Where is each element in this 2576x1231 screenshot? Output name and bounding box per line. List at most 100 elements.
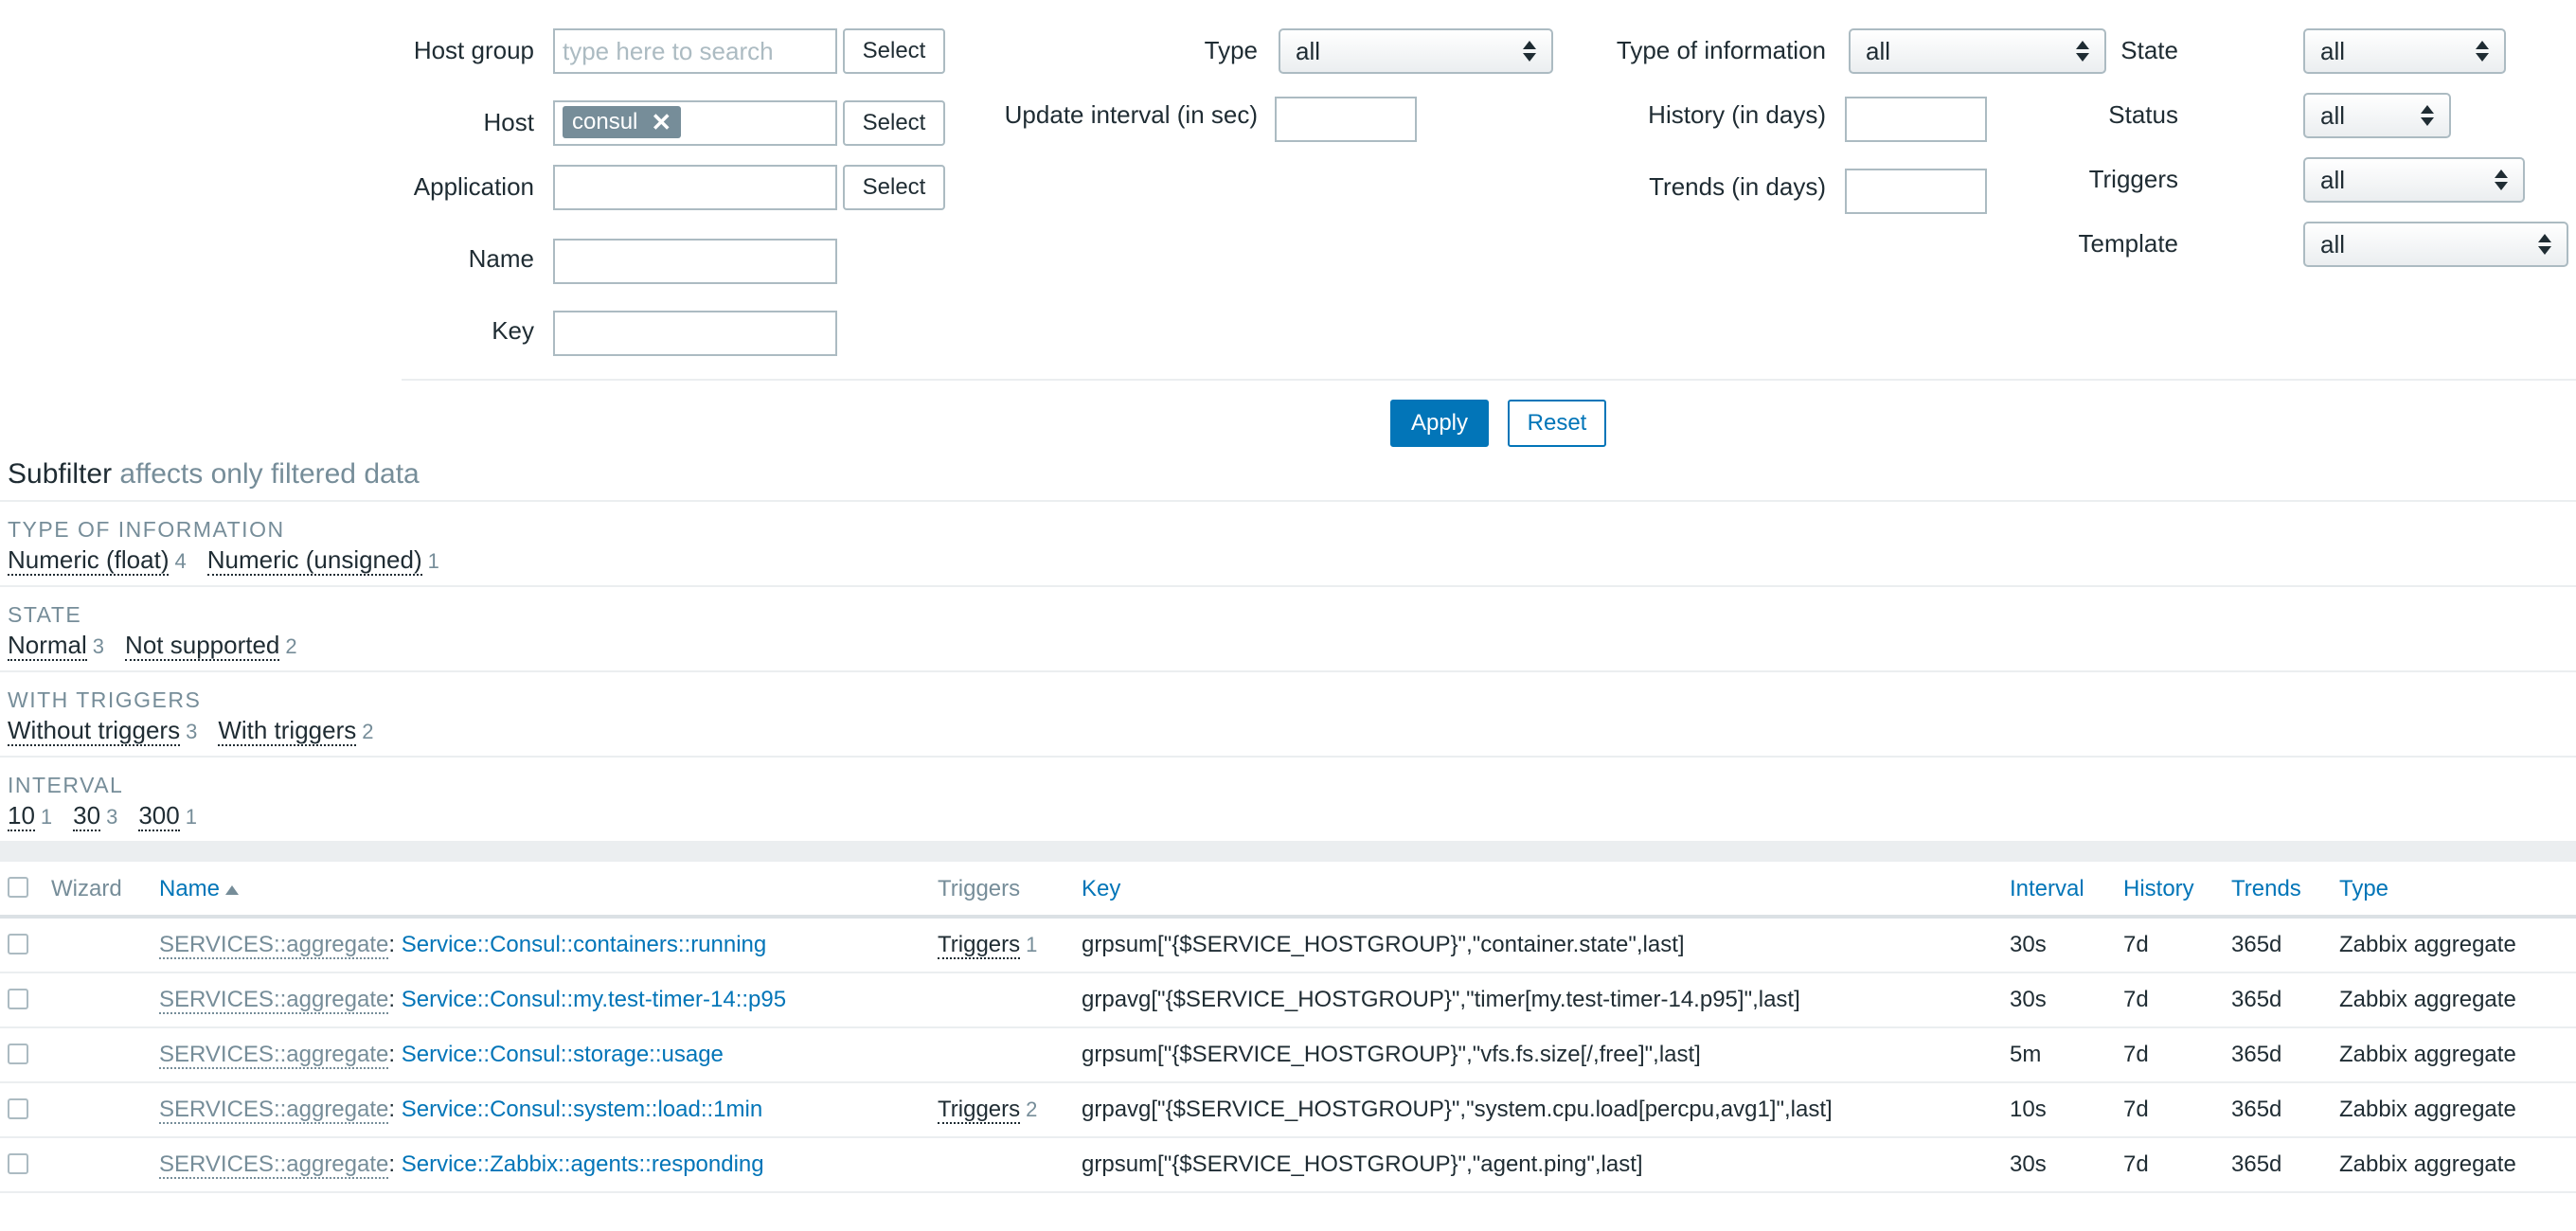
apply-button[interactable]: Apply [1390,400,1489,447]
updown-arrows-icon [2476,39,2489,63]
subfilter-count: 3 [106,805,118,829]
host-select-button[interactable]: Select [843,100,945,146]
item-trends: 365d [2231,932,2282,957]
subfilter-note: affects only filtered data [119,458,420,490]
key-label: Key [492,316,534,345]
row-checkbox[interactable] [8,1098,28,1119]
type-of-information-select[interactable]: all [1849,28,2106,74]
subfilter-link[interactable]: 30 [73,801,101,831]
item-key: grpavg["{$SERVICE_HOSTGROUP}","timer[my.… [1082,987,1800,1012]
item-name-cell: SERVICES::aggregate: Service::Consul::my… [159,987,787,1014]
item-template-link[interactable]: SERVICES::aggregate [159,1042,389,1069]
application-select-button[interactable]: Select [843,165,945,210]
subfilter-link[interactable]: Numeric (float) [8,545,170,576]
template-select-value: all [2320,229,2346,259]
subfilter-link[interactable]: 10 [8,801,35,831]
item-template-link[interactable]: SERVICES::aggregate [159,1097,389,1124]
updown-arrows-icon [2076,39,2089,63]
subfilter-link[interactable]: 300 [138,801,180,831]
column-name-label: Name [159,876,221,901]
item-template-link[interactable]: SERVICES::aggregate [159,987,389,1014]
table-top-band [0,841,2576,862]
subfilter-count: 2 [362,720,374,743]
type-select-value: all [1296,36,1321,65]
subfilter-count: 1 [185,805,197,829]
status-label: Status [2108,100,2178,129]
status-select-value: all [2320,100,2346,130]
state-select[interactable]: all [2303,28,2506,74]
item-type: Zabbix aggregate [2339,1097,2516,1122]
subfilter-count: 3 [186,720,198,743]
history-label: History (in days) [1648,100,1826,129]
item-triggers-link[interactable]: Triggers [938,1097,1021,1124]
subfilter-count: 3 [92,634,105,658]
sort-ascending-icon [225,884,240,895]
item-triggers-link[interactable]: Triggers [938,932,1021,959]
item-interval: 30s [2010,932,2047,957]
host-group-select-button[interactable]: Select [843,28,945,74]
application-input[interactable] [553,165,837,210]
close-icon[interactable]: ✕ [651,108,671,137]
item-name-link[interactable]: Service::Consul::system::load::1min [402,1097,762,1122]
host-group-label: Host group [413,36,534,64]
item-triggers-count: 2 [1026,1097,1038,1121]
item-triggers-cell [938,987,943,1013]
item-history: 7d [2123,1151,2149,1177]
subfilter-link[interactable]: Without triggers [8,716,181,746]
table-row: SERVICES::aggregate: Service::Consul::co… [0,919,2576,973]
row-checkbox[interactable] [8,1153,28,1174]
item-type: Zabbix aggregate [2339,1042,2516,1067]
column-name[interactable]: Name [159,876,240,902]
updown-arrows-icon [2538,232,2551,257]
item-template-link[interactable]: SERVICES::aggregate [159,1151,389,1179]
key-input[interactable] [553,311,837,356]
row-checkbox[interactable] [8,934,28,954]
subfilter-link[interactable]: Not supported [125,631,280,661]
subfilter-divider [0,756,2576,758]
subfilter-row-with-triggers: Without triggers 3 With triggers 2 [8,716,374,746]
column-type[interactable]: Type [2339,876,2388,902]
subfilter-row-interval: 10 1 30 3 300 1 [8,801,197,831]
column-interval[interactable]: Interval [2010,876,2084,902]
state-select-value: all [2320,36,2346,65]
status-select[interactable]: all [2303,93,2451,138]
type-select[interactable]: all [1279,28,1553,74]
subfilter-link[interactable]: Numeric (unsigned) [206,545,422,576]
row-checkbox[interactable] [8,1044,28,1064]
item-template-link[interactable]: SERVICES::aggregate [159,932,389,959]
host-group-input[interactable]: type here to search [553,28,837,74]
update-interval-input[interactable] [1275,97,1417,142]
triggers-select-value: all [2320,165,2346,194]
reset-button[interactable]: Reset [1508,400,1606,447]
subfilter-link[interactable]: With triggers [218,716,357,746]
item-history: 7d [2123,932,2149,957]
update-interval-label: Update interval (in sec) [1004,100,1258,129]
row-checkbox[interactable] [8,989,28,1009]
template-select[interactable]: all [2303,222,2568,267]
subfilter-count: 2 [285,634,297,658]
table-row: SERVICES::aggregate: Service::Zabbix::ag… [0,1138,2576,1193]
subfilter-divider [0,585,2576,587]
column-trends[interactable]: Trends [2231,876,2301,902]
item-key: grpsum["{$SERVICE_HOSTGROUP}","container… [1082,932,1685,957]
item-type: Zabbix aggregate [2339,1151,2516,1177]
triggers-select[interactable]: all [2303,157,2525,203]
history-input[interactable] [1845,97,1987,142]
table-row: SERVICES::aggregate: Service::Consul::sy… [0,1083,2576,1138]
item-name-cell: SERVICES::aggregate: Service::Consul::st… [159,1042,724,1069]
item-name-link[interactable]: Service::Consul::my.test-timer-14::p95 [402,987,786,1012]
template-label: Template [2078,229,2179,258]
name-input[interactable] [553,239,837,284]
item-trends: 365d [2231,1097,2282,1122]
item-name-link[interactable]: Service::Consul::containers::running [402,932,767,957]
triggers-filter-label: Triggers [2088,165,2178,193]
item-name-link[interactable]: Service::Zabbix::agents::responding [402,1151,764,1177]
trends-input[interactable] [1845,169,1987,214]
column-history[interactable]: History [2123,876,2194,902]
item-name-link[interactable]: Service::Consul::storage::usage [402,1042,724,1067]
subfilter-link[interactable]: Normal [8,631,87,661]
column-key[interactable]: Key [1082,876,1120,902]
item-type: Zabbix aggregate [2339,987,2516,1012]
subfilter-title-text: Subfilter [8,458,113,490]
select-all-checkbox[interactable] [8,877,28,898]
